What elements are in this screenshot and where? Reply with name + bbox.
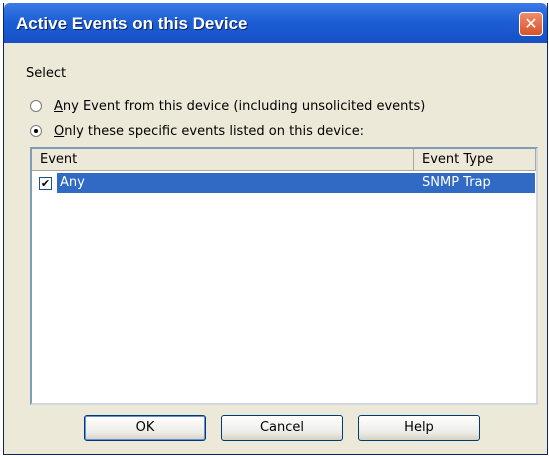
radio-any-event[interactable]: Any Event from this device (including un…: [30, 97, 425, 115]
radio-button-unchecked[interactable]: [30, 100, 42, 112]
close-button[interactable]: ✕: [519, 12, 543, 36]
radio-any-event-label: Any Event from this device (including un…: [54, 98, 426, 114]
list-item[interactable]: ✔ Any SNMP Trap: [32, 173, 536, 193]
close-icon: ✕: [524, 14, 538, 33]
dialog-title: Active Events on this Device: [16, 14, 248, 33]
event-name: Any: [60, 175, 85, 190]
radio-specific-events[interactable]: Only these specific events listed on thi…: [30, 122, 364, 140]
event-type: SNMP Trap: [422, 175, 491, 190]
title-bar[interactable]: Active Events on this Device ✕: [4, 3, 547, 43]
select-group-label: Select: [26, 66, 67, 81]
column-header-event-type[interactable]: Event Type: [414, 149, 536, 171]
checkbox-checked-icon[interactable]: ✔: [39, 177, 52, 190]
active-events-dialog: Active Events on this Device ✕ Select An…: [3, 3, 548, 455]
list-item-selection[interactable]: Any SNMP Trap: [57, 173, 535, 193]
radio-button-checked[interactable]: [30, 125, 42, 137]
events-list[interactable]: Event Event Type ✔ Any SNMP Trap: [30, 147, 538, 405]
ok-button[interactable]: OK: [84, 415, 206, 441]
help-button[interactable]: Help: [358, 415, 480, 441]
radio-specific-events-label: Only these specific events listed on thi…: [54, 123, 365, 139]
column-header-event[interactable]: Event: [32, 149, 414, 171]
cancel-button[interactable]: Cancel: [221, 415, 343, 441]
events-list-header: Event Event Type: [32, 149, 536, 171]
